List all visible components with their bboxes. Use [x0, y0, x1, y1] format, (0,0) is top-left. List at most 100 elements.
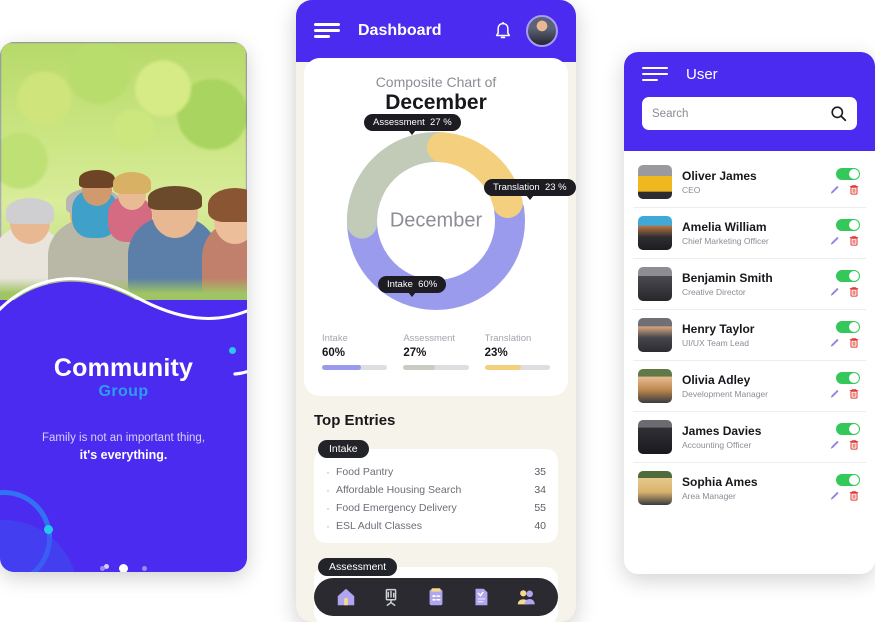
- avatar: [638, 165, 672, 199]
- wave-divider: [0, 277, 247, 344]
- pencil-icon[interactable]: [829, 489, 841, 502]
- bullet-icon: ·: [326, 501, 330, 515]
- donut-annotation-translation: Translation 23 %: [484, 179, 576, 200]
- chart-icon[interactable]: [380, 586, 402, 608]
- trash-icon[interactable]: [848, 489, 860, 502]
- pencil-icon[interactable]: [829, 438, 841, 451]
- user-role: Creative Director: [682, 287, 746, 297]
- entry-value: 35: [534, 466, 546, 478]
- user-name: Amelia William: [682, 220, 767, 234]
- header-actions: [494, 15, 558, 47]
- avatar: [638, 216, 672, 250]
- status-toggle[interactable]: [836, 219, 860, 231]
- bullet-icon: ·: [326, 465, 330, 479]
- people-icon[interactable]: [515, 586, 537, 608]
- entry-name: Affordable Housing Search: [336, 484, 462, 496]
- pencil-icon[interactable]: [829, 285, 841, 298]
- table-row[interactable]: Oliver James CEO: [633, 157, 866, 208]
- composite-chart-card: Composite Chart of December December Ass…: [304, 58, 576, 396]
- tagline: Family is not an important thing, it's e…: [0, 430, 247, 465]
- entry-row[interactable]: · Affordable Housing Search 34: [326, 481, 546, 499]
- donut-chart: December Assessment 27 % Translation 23 …: [336, 114, 576, 321]
- avatar: [638, 471, 672, 505]
- pencil-icon[interactable]: [829, 183, 841, 196]
- status-toggle[interactable]: [836, 168, 860, 180]
- bullet-icon: ·: [326, 519, 330, 533]
- legend-label: Translation: [484, 333, 532, 344]
- chart-subtitle: Composite Chart of: [375, 74, 497, 90]
- donut-annotation-intake: Intake 60%: [378, 276, 447, 297]
- trash-icon[interactable]: [848, 234, 860, 247]
- screenshot-root: Community Group Family is not an importa…: [0, 0, 875, 622]
- search-bar[interactable]: [642, 97, 857, 130]
- list-icon[interactable]: [425, 586, 447, 608]
- donut-center-label: December: [389, 209, 483, 232]
- entry-name: ESL Adult Classes: [336, 520, 422, 532]
- trash-icon[interactable]: [848, 438, 860, 451]
- user-list-panel: User Oliver James CEO: [624, 52, 875, 574]
- brand-name-secondary: Group: [98, 383, 149, 400]
- bell-icon[interactable]: [494, 21, 512, 42]
- table-row[interactable]: Amelia William Chief Marketing Officer: [633, 208, 866, 259]
- table-row[interactable]: Henry Taylor UI/UX Team Lead: [633, 310, 866, 361]
- page-title: Dashboard: [358, 22, 442, 39]
- status-toggle[interactable]: [836, 372, 860, 384]
- entry-name: Food Pantry: [336, 466, 394, 478]
- onboarding-panel: Community Group Family is not an importa…: [0, 42, 247, 572]
- donut-annotation-assessment: Assessment 27 %: [364, 114, 461, 135]
- dashboard-panel: Dashboard Composite Chart of December De…: [296, 0, 576, 622]
- entry-value: 34: [534, 484, 546, 496]
- carousel-dot-1[interactable]: [99, 566, 105, 572]
- user-role: Accounting Officer: [682, 440, 752, 450]
- avatar[interactable]: [526, 15, 558, 47]
- home-icon[interactable]: [335, 586, 357, 608]
- carousel-indicator[interactable]: [0, 560, 247, 572]
- carousel-dot-3[interactable]: [142, 566, 148, 572]
- hamburger-icon[interactable]: [642, 66, 668, 83]
- user-list: Oliver James CEO Amelia William Chief Ma…: [624, 151, 875, 513]
- pencil-icon[interactable]: [829, 234, 841, 247]
- avatar: [638, 369, 672, 403]
- page-title: User: [686, 66, 718, 83]
- table-row[interactable]: James Davies Accounting Officer: [633, 412, 866, 463]
- user-panel-header: User: [624, 52, 875, 151]
- pencil-icon[interactable]: [829, 387, 841, 400]
- entry-value: 40: [534, 520, 546, 532]
- report-icon[interactable]: [470, 586, 492, 608]
- trash-icon[interactable]: [848, 183, 860, 196]
- user-name: Sophia Ames: [682, 475, 758, 489]
- avatar: [638, 420, 672, 454]
- user-name: Benjamin Smith: [682, 271, 773, 285]
- entry-row[interactable]: · Food Pantry 35: [326, 463, 546, 481]
- entry-name: Food Emergency Delivery: [336, 502, 457, 514]
- status-toggle[interactable]: [836, 270, 860, 282]
- top-entries-title: Top Entries: [314, 412, 396, 429]
- table-row[interactable]: Benjamin Smith Creative Director: [633, 259, 866, 310]
- avatar: [638, 267, 672, 301]
- legend-item-intake: Intake 60%: [322, 333, 388, 370]
- entry-row[interactable]: · ESL Adult Classes 40: [326, 517, 546, 535]
- legend-progress-bar: [403, 365, 469, 370]
- table-row[interactable]: Sophia Ames Area Manager: [633, 463, 866, 513]
- pencil-icon[interactable]: [829, 336, 841, 349]
- carousel-dot-2-active[interactable]: [119, 564, 128, 572]
- trash-icon[interactable]: [848, 336, 860, 349]
- user-name: James Davies: [682, 424, 762, 438]
- search-icon[interactable]: [830, 105, 847, 122]
- entry-row[interactable]: · Food Emergency Delivery 55: [326, 499, 546, 517]
- brand-swoosh-icon: [233, 369, 247, 376]
- legend-value: 60%: [322, 347, 346, 359]
- trash-icon[interactable]: [848, 285, 860, 298]
- hamburger-icon[interactable]: [314, 23, 340, 39]
- legend-item-assessment: Assessment 27%: [403, 333, 469, 370]
- status-toggle[interactable]: [836, 474, 860, 486]
- search-input[interactable]: [652, 107, 830, 120]
- user-role: UI/UX Team Lead: [682, 338, 749, 348]
- status-toggle[interactable]: [836, 321, 860, 333]
- legend-progress-bar: [322, 365, 388, 370]
- trash-icon[interactable]: [848, 387, 860, 400]
- entry-rows: · Food Pantry 35 · Affordable Housing Se…: [314, 449, 558, 543]
- status-toggle[interactable]: [836, 423, 860, 435]
- table-row[interactable]: Olivia Adley Development Manager: [633, 361, 866, 412]
- user-role: CEO: [682, 185, 701, 195]
